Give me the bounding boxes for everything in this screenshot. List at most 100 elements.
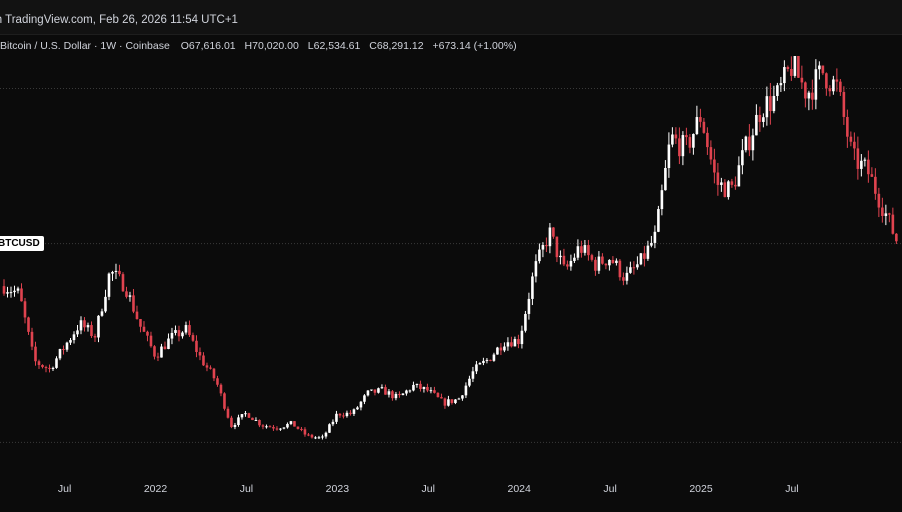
candle-down bbox=[622, 277, 625, 281]
candle-down bbox=[566, 264, 569, 267]
candle-up bbox=[520, 330, 524, 345]
x-tick-label: 2022 bbox=[144, 483, 168, 495]
candle-down bbox=[716, 172, 720, 185]
candle-down bbox=[678, 138, 681, 157]
candle-up bbox=[807, 92, 811, 99]
candle-up bbox=[174, 330, 177, 333]
candle-up bbox=[394, 393, 398, 399]
candle-up bbox=[16, 288, 20, 291]
candle-down bbox=[125, 291, 128, 297]
candle-down bbox=[195, 340, 198, 353]
candle-down bbox=[310, 434, 314, 438]
candle-up bbox=[314, 437, 317, 439]
candle-down bbox=[706, 132, 709, 148]
candle-down bbox=[391, 391, 394, 399]
candle-up bbox=[86, 325, 90, 328]
candle-up bbox=[832, 79, 835, 92]
candle-up bbox=[79, 320, 83, 331]
candle-up bbox=[720, 182, 723, 185]
candle-up bbox=[513, 339, 517, 347]
candle-up bbox=[181, 332, 184, 337]
candle-down bbox=[275, 428, 279, 430]
candle-up bbox=[527, 298, 531, 314]
candle-down bbox=[713, 159, 716, 173]
candle-up bbox=[776, 85, 779, 96]
candle-down bbox=[48, 367, 51, 369]
candle-down bbox=[723, 182, 727, 198]
candle-up bbox=[667, 144, 671, 168]
chart-legend: Bitcoin / U.S. Dollar · 1W · Coinbase O6… bbox=[0, 40, 517, 54]
candle-down bbox=[209, 367, 212, 369]
candle-up bbox=[331, 421, 335, 425]
candle-up bbox=[366, 390, 370, 396]
candle-up bbox=[741, 150, 744, 166]
x-tick-label: Jul bbox=[785, 483, 798, 495]
candle-down bbox=[594, 259, 597, 271]
candle-down bbox=[874, 176, 877, 194]
candle-up bbox=[345, 412, 349, 417]
x-tick-label: Jul bbox=[58, 483, 71, 495]
candle-up bbox=[429, 390, 433, 392]
time-axis-labels: Jul 2022 Jul 2023 Jul 2024 Jul 2025 Jul bbox=[58, 483, 799, 495]
candle-down bbox=[373, 389, 377, 393]
candle-up bbox=[107, 273, 111, 297]
candle-up bbox=[506, 342, 510, 347]
candle-up bbox=[6, 292, 9, 294]
candle-down bbox=[867, 159, 870, 175]
candle-up bbox=[72, 334, 76, 341]
candle-down bbox=[552, 227, 555, 237]
candle-up bbox=[671, 134, 674, 145]
low-value: L62,534.61 bbox=[307, 40, 361, 52]
candles bbox=[2, 56, 898, 440]
candle-up bbox=[744, 136, 748, 151]
candle-down bbox=[877, 193, 881, 208]
candle-down bbox=[261, 425, 265, 427]
time-axis[interactable]: Jul 2022 Jul 2023 Jul 2024 Jul 2025 Jul bbox=[0, 470, 902, 507]
candle-down bbox=[562, 255, 566, 265]
candle-down bbox=[37, 361, 41, 365]
candle-up bbox=[254, 419, 258, 421]
candle-down bbox=[895, 233, 898, 242]
candle-up bbox=[573, 257, 576, 261]
candle-up bbox=[503, 346, 506, 351]
symbol-price-tag: BTCUSD bbox=[0, 235, 44, 251]
candle-down bbox=[590, 255, 594, 260]
candle-up bbox=[55, 358, 58, 368]
candle-up bbox=[100, 311, 104, 316]
candle-down bbox=[804, 82, 807, 99]
candle-down bbox=[300, 428, 303, 430]
candle-up bbox=[818, 65, 821, 70]
candle-down bbox=[307, 434, 310, 436]
candle-up bbox=[377, 388, 380, 393]
candle-up bbox=[692, 134, 695, 148]
candle-up bbox=[559, 255, 562, 258]
candle-up bbox=[356, 407, 359, 410]
close-value: C68,291.12 bbox=[369, 40, 424, 52]
candle-up bbox=[69, 340, 72, 343]
candle-down bbox=[258, 419, 261, 426]
candle-up bbox=[363, 395, 366, 402]
candle-down bbox=[685, 135, 688, 138]
symbol-description: Bitcoin / U.S. Dollar · 1W · Coinbase bbox=[0, 40, 170, 52]
candle-up bbox=[233, 425, 237, 428]
candle-down bbox=[23, 301, 27, 318]
candle-up bbox=[111, 271, 114, 274]
candle-down bbox=[436, 392, 440, 398]
candle-up bbox=[597, 256, 601, 271]
candle-down bbox=[247, 413, 251, 418]
candle-down bbox=[90, 325, 93, 337]
candle-down bbox=[797, 56, 800, 78]
candle-up bbox=[352, 409, 356, 414]
candle-down bbox=[303, 429, 307, 435]
candle-up bbox=[321, 436, 324, 438]
price-chart[interactable] bbox=[0, 56, 902, 470]
candle-up bbox=[380, 387, 384, 389]
candle-down bbox=[699, 117, 702, 122]
candle-down bbox=[604, 263, 608, 266]
candle-down bbox=[121, 274, 125, 292]
candle-down bbox=[601, 256, 604, 264]
candle-down bbox=[153, 346, 156, 357]
candle-up bbox=[695, 117, 699, 135]
candle-up bbox=[541, 245, 545, 250]
top-bar: ith TradingView.com, Feb 26, 2026 11:54 … bbox=[0, 0, 902, 35]
